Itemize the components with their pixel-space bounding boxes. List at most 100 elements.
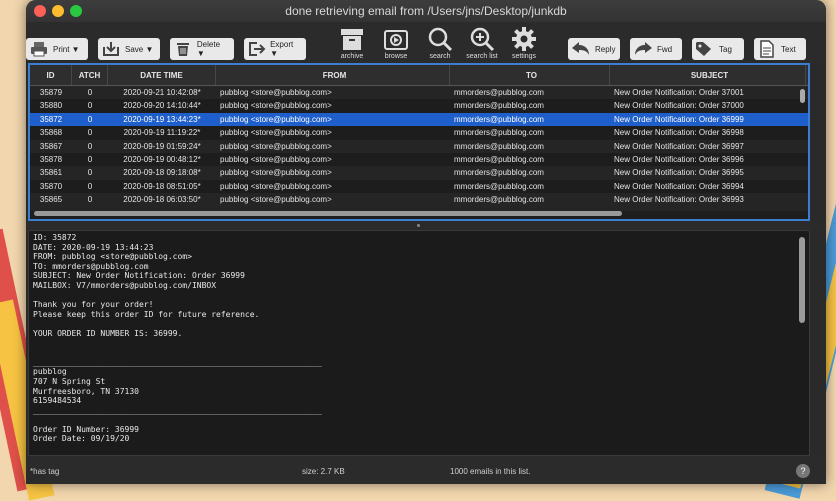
cell-subject: New Order Notification: Order 36995 xyxy=(614,168,744,178)
table-row[interactable]: 35865 0 2020-09-18 06:03:50* pubblog <store… xyxy=(30,193,808,207)
close-window-button[interactable] xyxy=(34,5,46,17)
table-row-partial xyxy=(30,206,808,211)
column-header-subject[interactable]: SUBJECT xyxy=(610,65,806,85)
export-icon xyxy=(246,40,267,58)
cell-date: 2020-09-19 00:48:12* xyxy=(123,154,201,164)
save-icon xyxy=(100,40,122,58)
cell-atch: 0 xyxy=(87,88,93,97)
table-row[interactable]: 35867 0 2020-09-19 01:59:24* pubblog <store… xyxy=(30,139,808,153)
help-button[interactable]: ? xyxy=(796,464,810,478)
title-bar: done retrieving email from /Users/jns/De… xyxy=(26,0,826,22)
table-vertical-scrollbar[interactable] xyxy=(800,89,805,103)
column-header-date[interactable]: DATE TIME xyxy=(108,65,216,85)
delete-label: Delete ▼ xyxy=(196,40,221,58)
cell-date: 2020-09-19 11:19:22* xyxy=(123,128,201,138)
body-vertical-scrollbar[interactable] xyxy=(799,237,805,323)
cell-subject: New Order Notification: Order 36996 xyxy=(614,154,744,164)
table-row[interactable]: 35870 0 2020-09-18 08:51:05* pubblog <store… xyxy=(30,179,808,194)
cell-date: 2020-09-19 13:44:23* xyxy=(123,114,201,124)
cell-date: 2020-09-20 14:10:44* xyxy=(123,101,201,111)
delete-button[interactable]: Delete ▼ xyxy=(170,38,234,60)
archive-label: archive xyxy=(340,53,364,60)
cell-atch: 0 xyxy=(87,168,93,178)
tag-note: *has tag xyxy=(30,467,60,476)
cell-subject: New Order Notification: Order 37000 xyxy=(614,101,744,111)
table-row[interactable]: 35878 0 2020-09-19 00:48:12* pubblog <store… xyxy=(30,152,808,167)
printer-icon xyxy=(28,40,50,58)
message-body: ID: 35872 DATE: 2020-09-19 13:44:23 FROM… xyxy=(33,233,322,455)
cell-id: 35865 xyxy=(39,195,63,205)
browse-button[interactable]: browse xyxy=(376,26,416,60)
cell-id: 35867 xyxy=(39,141,63,151)
pane-splitter[interactable] xyxy=(26,222,826,230)
search-label: search xyxy=(429,53,451,60)
settings-button[interactable]: settings xyxy=(504,26,544,60)
cell-from: pubblog <store@pubblog.com> xyxy=(220,128,332,138)
forward-icon xyxy=(632,40,654,58)
cell-atch: 0 xyxy=(87,154,93,164)
cell-from: pubblog <store@pubblog.com> xyxy=(220,154,332,164)
browse-icon xyxy=(384,30,408,50)
cell-to: mmorders@pubblog.com xyxy=(454,195,544,205)
forward-button[interactable]: Fwd xyxy=(630,38,682,60)
app-window: done retrieving email from /Users/jns/De… xyxy=(26,0,826,484)
window-title: done retrieving email from /Users/jns/De… xyxy=(285,4,567,18)
cell-from: pubblog <store@pubblog.com> xyxy=(220,114,332,124)
reply-label: Reply xyxy=(595,44,616,54)
cell-subject: New Order Notification: Order 36994 xyxy=(614,181,744,191)
message-size: size: 2.7 KB xyxy=(302,467,345,476)
email-table: ID ATCH DATE TIME FROM TO SUBJECT 35879 0… xyxy=(28,63,810,221)
search-list-button[interactable]: search list xyxy=(462,26,502,60)
table-horizontal-scrollbar[interactable] xyxy=(34,211,622,216)
table-row[interactable]: 35868 0 2020-09-19 11:19:22* pubblog <store… xyxy=(30,126,808,140)
message-body-pane: ID: 35872 DATE: 2020-09-19 13:44:23 FROM… xyxy=(28,230,810,456)
table-row[interactable]: 35879 0 2020-09-21 10:42:08* pubblog <store… xyxy=(30,86,808,100)
cell-id: 35878 xyxy=(39,154,63,164)
cell-from: pubblog <store@pubblog.com> xyxy=(220,88,332,97)
zoom-window-button[interactable] xyxy=(70,5,82,17)
cell-from: pubblog <store@pubblog.com> xyxy=(220,141,332,151)
cell-atch: 0 xyxy=(87,128,93,138)
column-header-atch[interactable]: ATCH xyxy=(72,65,108,85)
export-button[interactable]: Export ▼ xyxy=(244,38,306,60)
search-button[interactable]: search xyxy=(420,26,460,60)
archive-button[interactable]: archive xyxy=(332,26,372,60)
cell-atch: 0 xyxy=(87,181,93,191)
minimize-window-button[interactable] xyxy=(52,5,64,17)
cell-date: 2020-09-19 01:59:24* xyxy=(123,141,201,151)
table-row[interactable]: 35861 0 2020-09-18 09:18:08* pubblog <store… xyxy=(30,166,808,180)
column-header-id[interactable]: ID xyxy=(30,65,72,85)
toolbar: Print ▼ Save ▼ Delete ▼ Export ▼ archive xyxy=(26,22,826,62)
print-button[interactable]: Print ▼ xyxy=(26,38,88,60)
save-label: Save ▼ xyxy=(125,44,154,54)
cell-id: 35870 xyxy=(39,181,63,191)
cell-atch: 0 xyxy=(87,101,93,111)
cell-to: mmorders@pubblog.com xyxy=(454,101,544,111)
cell-to: mmorders@pubblog.com xyxy=(454,181,544,191)
cell-subject: New Order Notification: Order 36999 xyxy=(614,114,744,124)
save-button[interactable]: Save ▼ xyxy=(98,38,160,60)
cell-atch: 0 xyxy=(87,114,93,124)
table-row[interactable]: 35880 0 2020-09-20 14:10:44* pubblog <store… xyxy=(30,99,808,113)
cell-subject: New Order Notification: Order 36997 xyxy=(614,141,744,151)
table-row-selected[interactable]: 35872 0 2020-09-19 13:44:23* pubblog <store… xyxy=(30,112,808,127)
cell-to: mmorders@pubblog.com xyxy=(454,128,544,138)
text-button[interactable]: Text xyxy=(754,38,806,60)
cell-from: pubblog <store@pubblog.com> xyxy=(220,195,332,205)
cell-id: 35861 xyxy=(39,168,63,178)
cell-atch: 0 xyxy=(87,141,93,151)
cell-date: 2020-09-21 10:42:08* xyxy=(123,88,201,97)
cell-atch: 0 xyxy=(87,195,93,205)
export-label: Export ▼ xyxy=(270,40,294,58)
column-header-from[interactable]: FROM xyxy=(216,65,450,85)
text-label: Text xyxy=(781,44,796,54)
tag-button[interactable]: Tag xyxy=(692,38,744,60)
cell-subject: New Order Notification: Order 36993 xyxy=(614,195,744,205)
reply-button[interactable]: Reply xyxy=(568,38,620,60)
splitter-handle[interactable] xyxy=(417,224,420,227)
trash-icon xyxy=(172,40,194,58)
table-body: 35879 0 2020-09-21 10:42:08* pubblog <store… xyxy=(30,86,808,211)
gear-icon xyxy=(512,27,536,51)
cell-to: mmorders@pubblog.com xyxy=(454,154,544,164)
column-header-to[interactable]: TO xyxy=(450,65,610,85)
